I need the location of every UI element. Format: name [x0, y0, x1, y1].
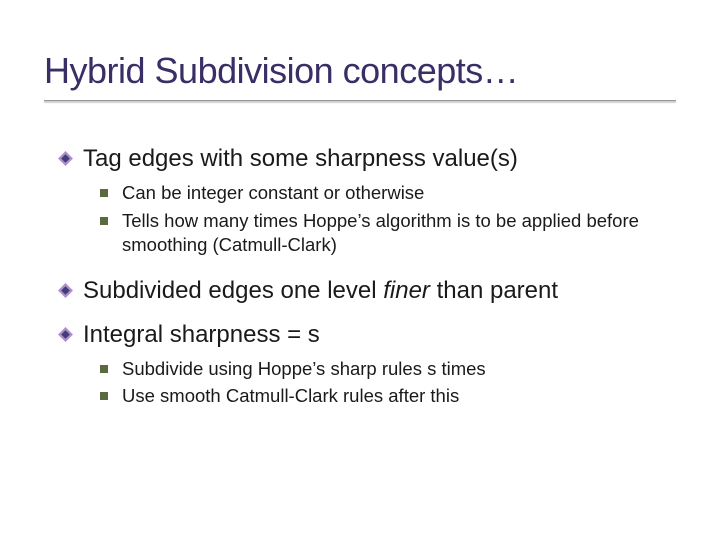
bullet-item: Tag edges with some sharpness value(s)	[58, 144, 676, 173]
slide: Hybrid Subdivision concepts… Tag edges w…	[0, 0, 720, 540]
sub-bullet-item: Can be integer constant or otherwise	[100, 181, 676, 205]
diamond-bullet-icon	[58, 327, 73, 347]
sub-bullet-group: Can be integer constant or otherwise Tel…	[100, 181, 676, 256]
square-bullet-icon	[100, 189, 108, 197]
square-bullet-icon	[100, 217, 108, 225]
bullet-text: Tag edges with some sharpness value(s)	[83, 144, 518, 173]
slide-body: Tag edges with some sharpness value(s) C…	[44, 144, 676, 408]
sub-bullet-item: Tells how many times Hoppe’s algorithm i…	[100, 209, 676, 256]
sub-bullet-text: Tells how many times Hoppe’s algorithm i…	[122, 209, 676, 256]
square-bullet-icon	[100, 365, 108, 373]
sub-bullet-item: Subdivide using Hoppe’s sharp rules s ti…	[100, 357, 676, 381]
text-segment: than parent	[430, 277, 558, 304]
text-segment: Subdivided edges one level	[83, 277, 383, 304]
bullet-text: Subdivided edges one level finer than pa…	[83, 276, 558, 305]
slide-title: Hybrid Subdivision concepts…	[44, 50, 676, 92]
text-emphasis: finer	[383, 277, 430, 304]
sub-bullet-item: Use smooth Catmull-Clark rules after thi…	[100, 384, 676, 408]
diamond-bullet-icon	[58, 283, 73, 303]
sub-bullet-text: Subdivide using Hoppe’s sharp rules s ti…	[122, 357, 486, 381]
diamond-bullet-icon	[58, 151, 73, 171]
square-bullet-icon	[100, 392, 108, 400]
sub-bullet-text: Can be integer constant or otherwise	[122, 181, 424, 205]
sub-bullet-group: Subdivide using Hoppe’s sharp rules s ti…	[100, 357, 676, 408]
title-underline	[44, 100, 676, 102]
sub-bullet-text: Use smooth Catmull-Clark rules after thi…	[122, 384, 459, 408]
bullet-text: Integral sharpness = s	[83, 320, 320, 349]
bullet-item: Subdivided edges one level finer than pa…	[58, 276, 676, 305]
bullet-item: Integral sharpness = s	[58, 320, 676, 349]
